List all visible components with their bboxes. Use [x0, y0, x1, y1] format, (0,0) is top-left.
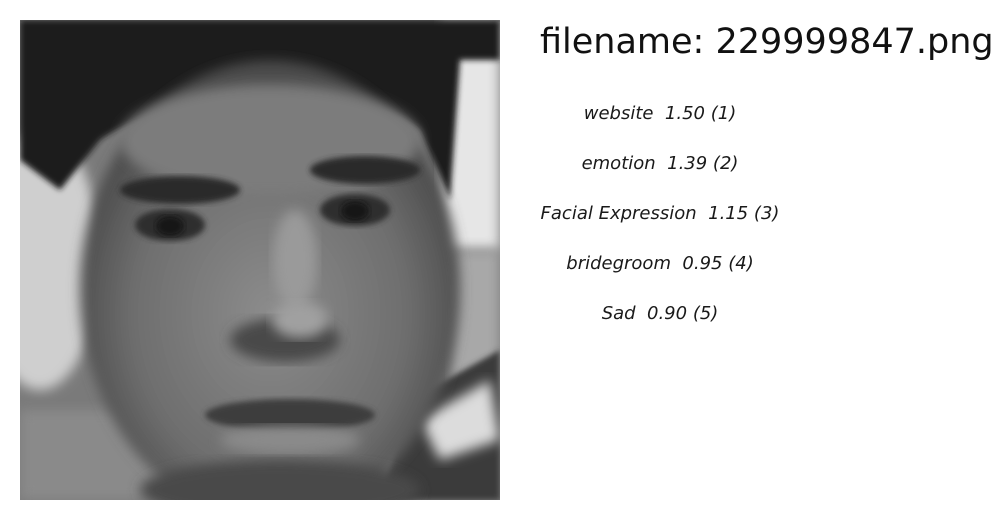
label-item-2: emotion 1.39 (2): [581, 153, 739, 174]
label-item-3: Facial Expression 1.15 (3): [540, 203, 780, 224]
face-photo-drawing: [20, 20, 500, 500]
label-item-1: website 1.50 (1): [583, 103, 737, 124]
filename-title: filename: 229999847.png: [540, 22, 994, 62]
label-item-4: bridegroom 0.95 (4): [566, 253, 754, 274]
label-item-5: Sad 0.90 (5): [601, 303, 719, 324]
face-photo: [20, 20, 500, 500]
page: filename: 229999847.png website 1.50 (1)…: [0, 0, 1000, 520]
